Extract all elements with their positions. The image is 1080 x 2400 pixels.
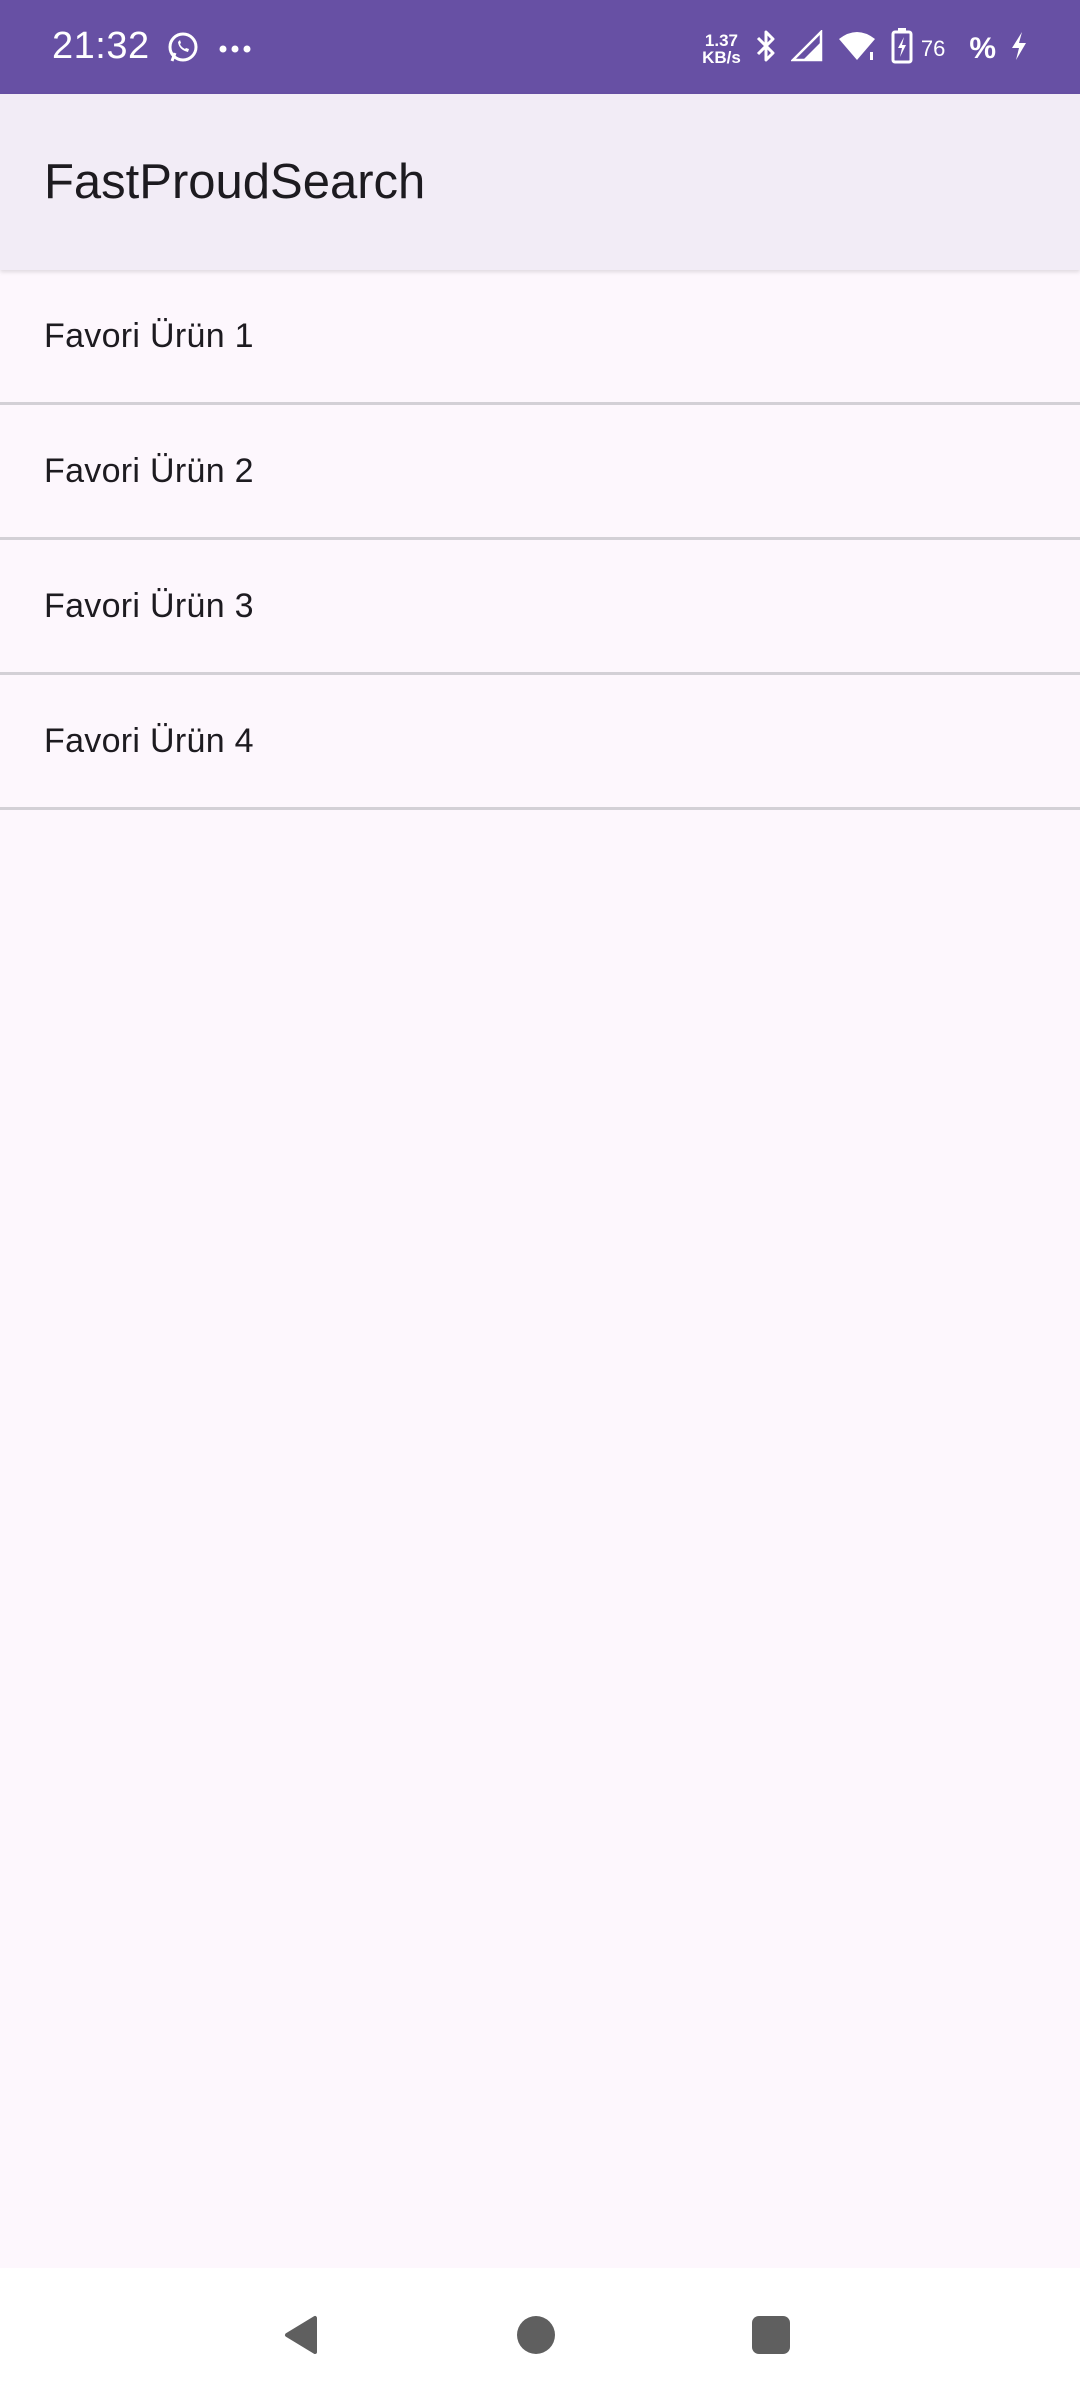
back-button[interactable] bbox=[276, 2310, 326, 2360]
battery-level: 76 bbox=[920, 35, 946, 61]
status-time: 21:32 bbox=[52, 25, 150, 67]
signal-icon bbox=[789, 28, 823, 67]
app-bar: FastProudSearch bbox=[0, 94, 1080, 270]
more-dots-icon bbox=[218, 41, 252, 59]
recents-button[interactable] bbox=[746, 2310, 796, 2360]
recents-icon bbox=[752, 2316, 790, 2354]
list-item-label: Favori Ürün 3 bbox=[44, 586, 254, 625]
list-item[interactable]: Favori Ürün 1 bbox=[0, 270, 1080, 405]
home-icon bbox=[517, 2316, 555, 2354]
net-speed: 1.37 KB/s bbox=[702, 32, 741, 66]
list-item-label: Favori Ürün 1 bbox=[44, 316, 254, 355]
charging-bolt-icon bbox=[1010, 31, 1028, 66]
list-item[interactable]: Favori Ürün 4 bbox=[0, 675, 1080, 810]
net-speed-value: 1.37 bbox=[704, 30, 738, 50]
status-notification-icons bbox=[166, 30, 252, 69]
status-system-icons: 1.37 KB/s 76 % bbox=[702, 28, 1028, 69]
status-bar: 21:32 1.37 KB/s 76 % bbox=[0, 0, 1080, 94]
list-item-label: Favori Ürün 2 bbox=[44, 451, 254, 490]
favorites-list: Favori Ürün 1 Favori Ürün 2 Favori Ürün … bbox=[0, 270, 1080, 810]
net-speed-unit: KB/s bbox=[702, 47, 741, 67]
wifi-icon bbox=[837, 30, 877, 67]
list-item[interactable]: Favori Ürün 2 bbox=[0, 405, 1080, 540]
battery-percent-symbol: % bbox=[969, 31, 996, 65]
battery-charging-icon bbox=[891, 28, 913, 69]
navigation-bar bbox=[0, 2268, 1080, 2400]
home-button[interactable] bbox=[511, 2310, 561, 2360]
bluetooth-icon bbox=[755, 29, 777, 68]
app-title: FastProudSearch bbox=[44, 155, 426, 209]
back-icon bbox=[285, 2316, 317, 2354]
whatsapp-icon bbox=[166, 30, 200, 69]
list-item-label: Favori Ürün 4 bbox=[44, 721, 254, 760]
list-item[interactable]: Favori Ürün 3 bbox=[0, 540, 1080, 675]
